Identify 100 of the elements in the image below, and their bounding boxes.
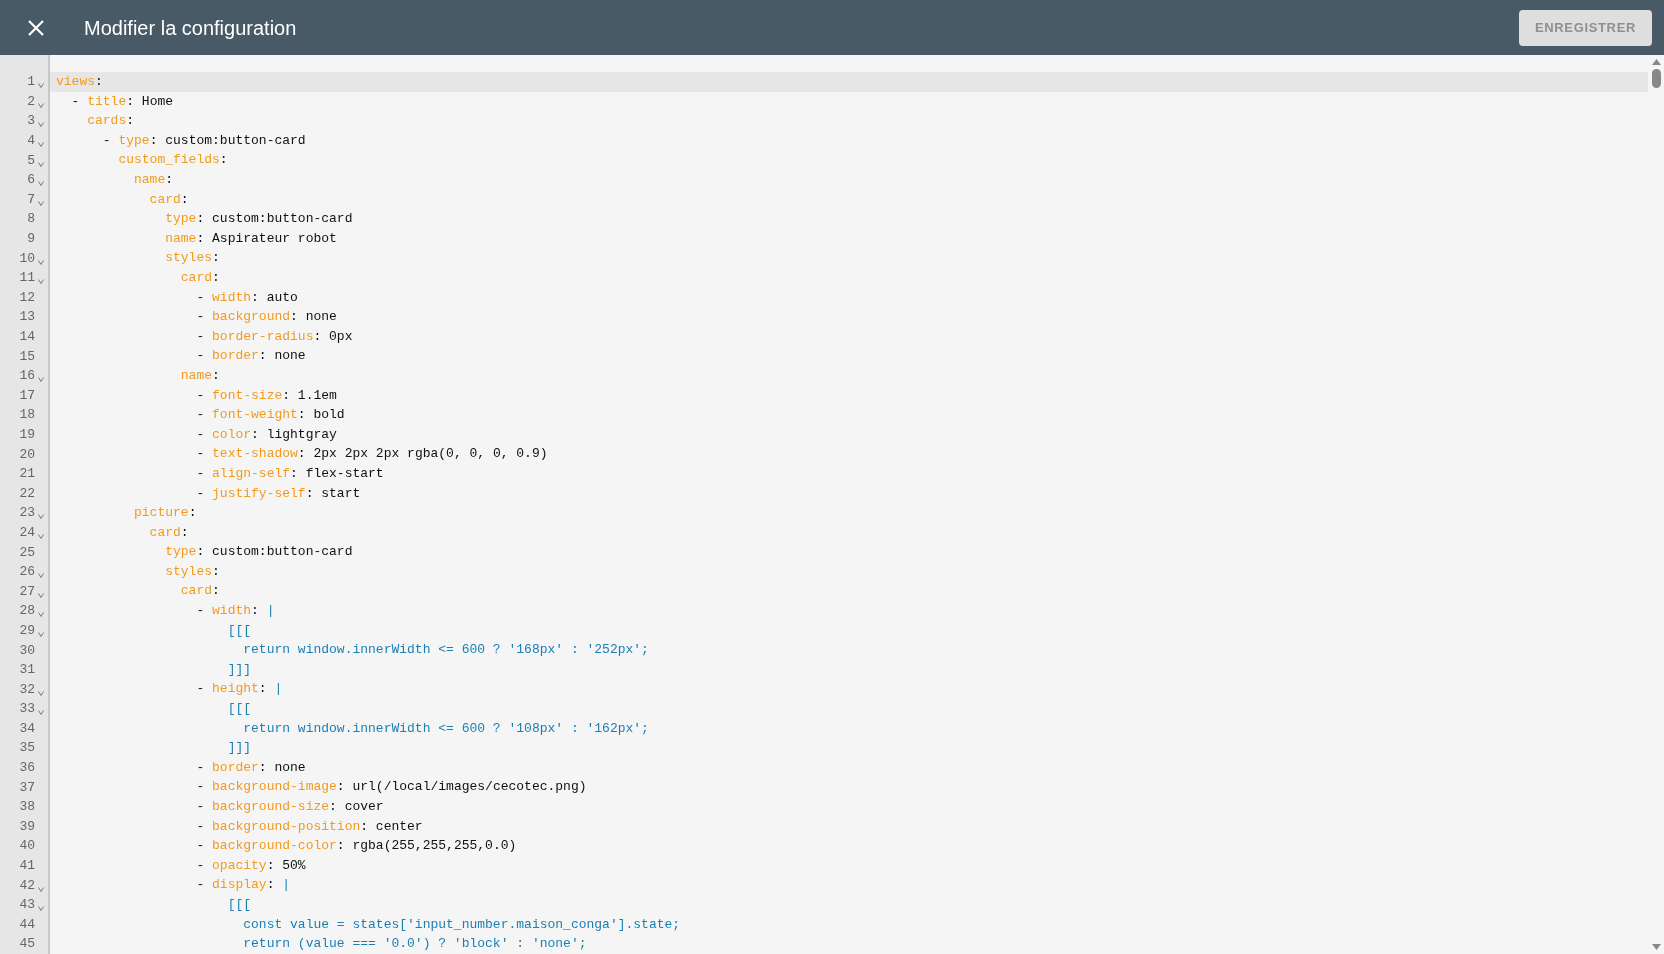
line-number: 2 xyxy=(27,94,35,108)
line-number: 38 xyxy=(19,800,35,814)
code-line: - background-image: url(/local/images/cecotec.png) xyxy=(195,778,588,797)
fold-chevron-icon[interactable] xyxy=(38,573,44,579)
code-line: name: Aspirateur robot xyxy=(164,229,338,248)
code-line: [[[ xyxy=(226,621,253,640)
scroll-down-icon[interactable] xyxy=(1651,944,1661,950)
code-line: name: xyxy=(179,366,221,385)
fold-chevron-icon[interactable] xyxy=(38,142,44,148)
code-line: [[[ xyxy=(226,700,253,719)
line-number: 16 xyxy=(19,369,35,383)
line-number: 43 xyxy=(19,898,35,912)
code-line: - font-weight: bold xyxy=(195,406,346,425)
line-number: 12 xyxy=(19,290,35,304)
code-line: - background-position: center xyxy=(195,817,424,836)
line-number: 32 xyxy=(19,682,35,696)
line-number: 8 xyxy=(27,212,35,226)
code-line: card: xyxy=(148,190,190,209)
line-number: 22 xyxy=(19,486,35,500)
line-number: 6 xyxy=(27,173,35,187)
line-number: 39 xyxy=(19,819,35,833)
code-line: - type: custom:button-card xyxy=(101,131,307,150)
code-line: ]]] xyxy=(226,660,253,679)
fold-chevron-icon[interactable] xyxy=(38,122,44,128)
code-line: - border: none xyxy=(195,347,307,366)
line-number: 9 xyxy=(27,232,35,246)
fold-chevron-icon[interactable] xyxy=(38,631,44,637)
line-number: 29 xyxy=(19,623,35,637)
code-line: styles: xyxy=(164,562,221,581)
fold-chevron-icon[interactable] xyxy=(38,592,44,598)
code-line: - display: | xyxy=(195,876,292,895)
line-number: 18 xyxy=(19,408,35,422)
code-line: const value = states['input_number.maison_conga'].state; xyxy=(242,915,682,934)
fold-chevron-icon[interactable] xyxy=(38,886,44,892)
line-number: 33 xyxy=(19,702,35,716)
fold-chevron-icon[interactable] xyxy=(38,710,44,716)
line-number: 10 xyxy=(19,251,35,265)
code-line: [[[ xyxy=(226,896,253,914)
fold-chevron-icon[interactable] xyxy=(38,690,44,696)
code-line: cards: xyxy=(86,112,136,131)
code-line: - align-self: flex-start xyxy=(195,464,385,483)
fold-chevron-icon[interactable] xyxy=(38,83,44,89)
code-line: ]]] xyxy=(226,739,253,758)
line-number: 21 xyxy=(19,467,35,481)
close-icon xyxy=(28,19,44,36)
fold-chevron-icon[interactable] xyxy=(38,377,44,383)
fold-chevron-icon[interactable] xyxy=(38,612,44,618)
fold-chevron-icon[interactable] xyxy=(38,181,44,187)
fold-chevron-icon[interactable] xyxy=(38,259,44,265)
line-number: 4 xyxy=(27,134,35,148)
line-number: 3 xyxy=(27,114,35,128)
code-line: - background-size: cover xyxy=(195,798,385,816)
line-number: 45 xyxy=(19,937,35,951)
fold-chevron-icon[interactable] xyxy=(38,279,44,285)
line-number: 31 xyxy=(19,663,35,677)
code-line: type: custom:button-card xyxy=(164,210,354,229)
line-number: 26 xyxy=(19,565,35,579)
code-line: custom_fields: xyxy=(117,151,229,170)
line-number: 13 xyxy=(19,310,35,324)
line-number: 25 xyxy=(19,545,35,559)
code-line: - border-radius: 0px xyxy=(195,327,354,346)
code-line: - background-color: rgba(255,255,255,0.0) xyxy=(195,837,518,856)
scrollbar-thumb[interactable] xyxy=(1651,69,1661,88)
code-line: - height: | xyxy=(195,680,284,699)
line-number: 28 xyxy=(19,604,35,618)
line-number: 7 xyxy=(27,192,35,206)
line-number: 27 xyxy=(19,584,35,598)
code-line: return (value === '0.0') ? 'block' : 'none'; xyxy=(242,935,588,954)
line-number: 11 xyxy=(19,271,35,285)
line-number: 5 xyxy=(27,153,35,167)
line-number: 14 xyxy=(19,330,35,343)
fold-chevron-icon[interactable] xyxy=(38,533,44,539)
code-line: - title: Home xyxy=(70,92,175,111)
code-line: - justify-self: start xyxy=(195,484,362,503)
fold-chevron-icon[interactable] xyxy=(38,200,44,206)
code-line: - border: none xyxy=(195,758,307,777)
line-number: 19 xyxy=(19,428,35,441)
line-number: 44 xyxy=(19,917,35,931)
code-line: card: xyxy=(179,582,221,601)
scroll-up-icon[interactable] xyxy=(1651,59,1661,65)
line-number: 36 xyxy=(19,761,35,775)
code-line: card: xyxy=(179,269,221,287)
fold-chevron-icon[interactable] xyxy=(38,161,44,167)
line-number: 23 xyxy=(19,506,35,520)
code-line: - background: none xyxy=(195,308,338,327)
fold-chevron-icon[interactable] xyxy=(38,102,44,108)
dialog-title: Modifier la configuration xyxy=(84,15,297,41)
code-line: - opacity: 50% xyxy=(195,856,307,875)
fold-chevron-icon[interactable] xyxy=(38,906,44,912)
line-number: 24 xyxy=(19,525,35,539)
line-number: 20 xyxy=(19,447,35,461)
line-number: 42 xyxy=(19,878,35,892)
line-number: 37 xyxy=(19,780,35,794)
code-line: picture: xyxy=(133,504,198,523)
code-line: - font-size: 1.1em xyxy=(195,386,338,405)
code-line: return window.innerWidth <= 600 ? '168px' : '252px'; xyxy=(242,641,650,660)
code-line: type: custom:button-card xyxy=(164,543,354,562)
code-line: name: xyxy=(133,171,175,189)
code-line: styles: xyxy=(164,249,221,268)
fold-chevron-icon[interactable] xyxy=(38,514,44,520)
